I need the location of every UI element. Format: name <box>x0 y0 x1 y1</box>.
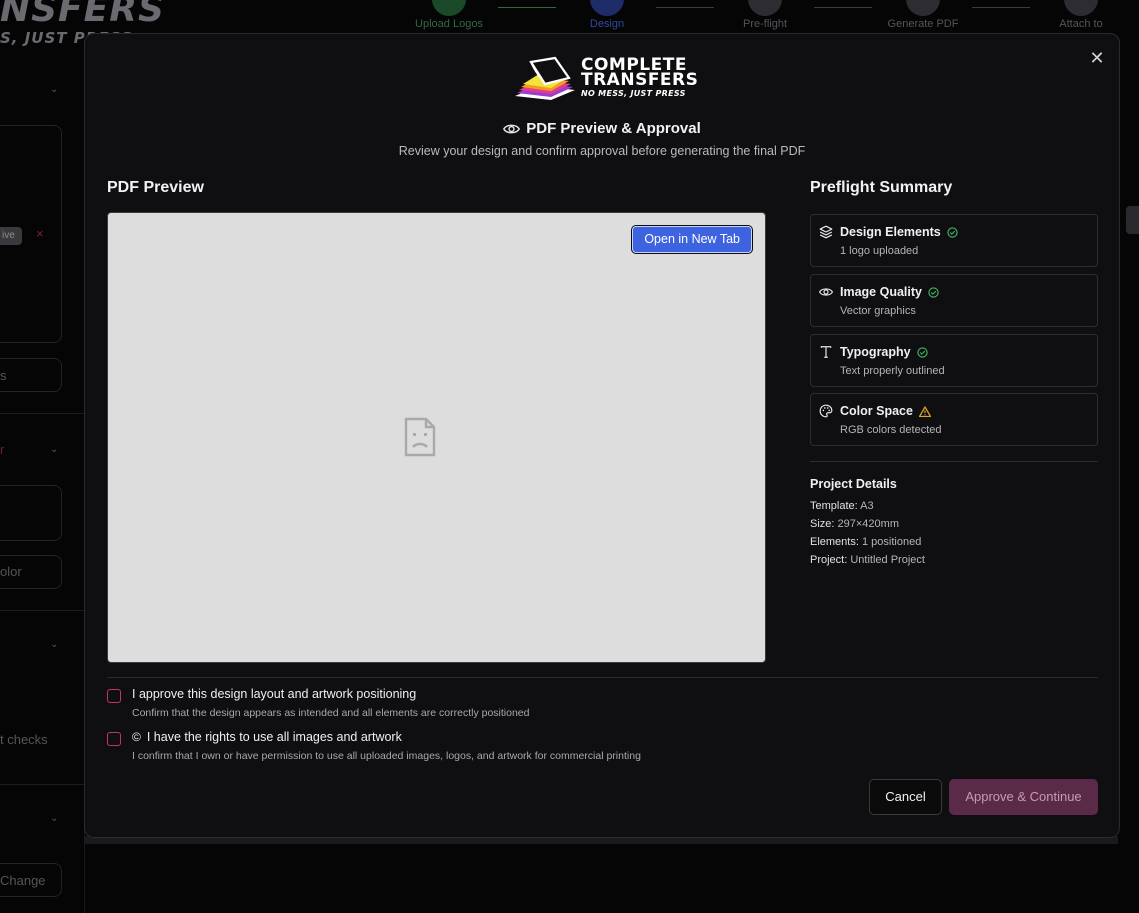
dialog-title: PDF Preview & Approval <box>85 120 1119 140</box>
warning-triangle-icon <box>918 406 932 420</box>
chevron-down-icon[interactable]: ⌄ <box>50 639 60 650</box>
text-icon <box>819 345 833 359</box>
project-detail-elements: Elements: 1 positioned <box>810 536 922 548</box>
brand-logo: COMPLETE TRANSFERS NO MESS, JUST PRESS <box>511 56 699 102</box>
step-preflight[interactable]: Pre-flight <box>720 0 810 30</box>
background-text: t checks <box>0 732 48 747</box>
preflight-item-title: Typography <box>840 345 928 361</box>
background-text: s <box>0 368 7 383</box>
chevron-down-icon[interactable]: ⌄ <box>50 444 60 455</box>
background-divider <box>0 610 84 611</box>
background-divider <box>0 784 84 785</box>
layers-icon <box>819 225 833 239</box>
preflight-item-typography: Typography Text properly outlined <box>810 334 1098 387</box>
project-detail-project: Project: Untitled Project <box>810 554 925 566</box>
background-divider <box>0 413 84 414</box>
rights-checkbox[interactable] <box>107 732 121 746</box>
step-label: Attach to <box>1059 18 1103 30</box>
remove-icon[interactable]: × <box>36 226 44 241</box>
check-circle-icon <box>928 287 939 301</box>
section-divider <box>107 677 1098 678</box>
project-details-heading: Project Details <box>810 477 897 491</box>
step-attach[interactable]: Attach to <box>1036 0 1126 30</box>
step-dot <box>590 0 624 16</box>
copyright-icon: © <box>132 730 141 744</box>
preflight-item-subtitle: RGB colors detected <box>840 424 942 436</box>
chevron-down-icon[interactable]: ⌄ <box>50 84 60 95</box>
approve-layout-label[interactable]: I approve this design layout and artwork… <box>132 687 416 701</box>
preflight-item-color-space: Color Space RGB colors detected <box>810 393 1098 446</box>
preflight-item-title: Color Space <box>840 404 932 420</box>
background-brand-big: NSFERS <box>0 0 165 30</box>
background-panel <box>0 358 62 392</box>
dialog-subtitle: Review your design and confirm approval … <box>398 144 806 158</box>
transfer-sheets-logo-icon <box>515 56 575 100</box>
preflight-item-subtitle: 1 logo uploaded <box>840 245 919 257</box>
step-design[interactable]: Design <box>562 0 652 30</box>
step-label: Upload Logos <box>415 18 483 30</box>
step-connector <box>814 7 872 8</box>
preflight-item-design-elements: Design Elements 1 logo uploaded <box>810 214 1098 267</box>
check-circle-icon <box>916 347 928 361</box>
rights-description: I confirm that I own or have permission … <box>132 750 641 762</box>
preflight-item-title: Design Elements <box>840 225 958 241</box>
step-connector <box>972 7 1030 8</box>
step-dot <box>906 0 940 16</box>
preflight-item-title: Image Quality <box>840 285 939 301</box>
background-text: r <box>0 442 5 457</box>
step-label: Pre-flight <box>742 18 788 30</box>
palette-icon <box>819 404 833 418</box>
brand-wordmark: COMPLETE TRANSFERS NO MESS, JUST PRESS <box>581 57 699 99</box>
step-connector <box>498 7 556 8</box>
close-icon[interactable]: ✕ <box>1087 48 1107 68</box>
step-dot <box>1064 0 1098 16</box>
step-upload-logos[interactable]: Upload Logos <box>404 0 494 30</box>
check-circle-icon <box>947 227 958 241</box>
approve-continue-button[interactable]: Approve & Continue <box>949 779 1098 815</box>
eye-icon <box>818 285 834 299</box>
background-sidebar: ⌄ ive × s r ⌄ olor ⌄ t checks ⌄ Change <box>0 50 84 913</box>
dialog-title-text: PDF Preview & Approval <box>526 120 701 137</box>
preflight-item-subtitle: Vector graphics <box>840 305 916 317</box>
step-dot <box>748 0 782 16</box>
project-detail-size: Size: 297×420mm <box>810 518 899 530</box>
background-panel <box>0 485 62 541</box>
preflight-summary-heading: Preflight Summary <box>810 179 953 196</box>
background-tag: ive <box>0 227 22 245</box>
background-change-button[interactable]: Change <box>0 873 46 888</box>
background-scroll-tab <box>1126 206 1139 234</box>
project-detail-template: Template: A3 <box>810 500 874 512</box>
broken-document-icon <box>404 417 436 462</box>
background-text: olor <box>0 564 22 579</box>
brand-line-2: TRANSFERS <box>581 70 699 90</box>
step-generate-pdf[interactable]: Generate PDF <box>878 0 968 30</box>
preflight-item-subtitle: Text properly outlined <box>840 365 945 377</box>
brand-tagline: NO MESS, JUST PRESS <box>581 89 686 98</box>
open-in-new-tab-button[interactable]: Open in New Tab <box>632 226 752 253</box>
section-divider <box>810 461 1098 462</box>
approve-layout-description: Confirm that the design appears as inten… <box>132 707 530 719</box>
chevron-down-icon[interactable]: ⌄ <box>50 813 60 824</box>
step-connector <box>656 7 714 8</box>
cancel-button[interactable]: Cancel <box>869 779 942 815</box>
step-label: Design <box>589 18 625 30</box>
pdf-preview-frame[interactable]: Open in New Tab <box>107 212 766 663</box>
pdf-approval-dialog: ✕ COMPLETE TRANSFERS NO MESS, JUST PRESS… <box>84 33 1120 838</box>
step-label: Generate PDF <box>887 18 959 30</box>
approve-layout-checkbox[interactable] <box>107 689 121 703</box>
pdf-preview-heading: PDF Preview <box>107 179 204 196</box>
step-dot <box>432 0 466 16</box>
preflight-item-image-quality: Image Quality Vector graphics <box>810 274 1098 327</box>
rights-label[interactable]: © I have the rights to use all images and… <box>132 730 402 744</box>
eye-icon <box>503 122 521 140</box>
